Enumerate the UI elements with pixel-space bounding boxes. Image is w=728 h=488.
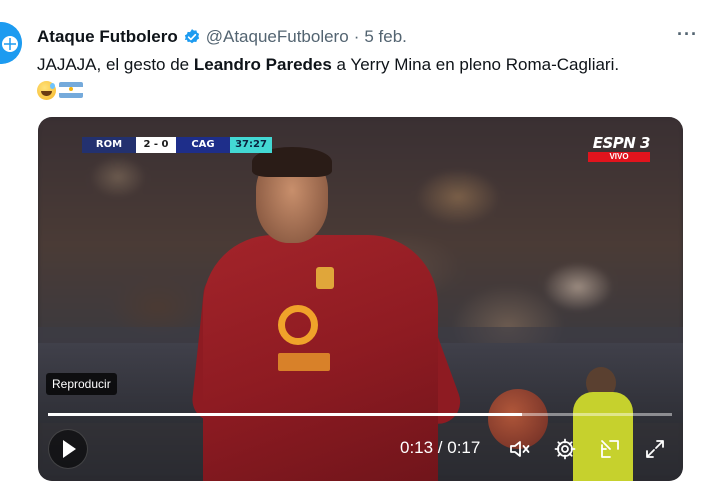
progress-bar[interactable] bbox=[48, 413, 672, 416]
video-player[interactable]: ROM 2 - 0 CAG 37:27 ESPN 3 VIVO Reproduc… bbox=[38, 117, 683, 481]
video-controls: 0:13 / 0:17 bbox=[38, 429, 683, 477]
scorebug-home-team: ROM bbox=[82, 137, 136, 153]
author-avatar[interactable] bbox=[0, 22, 22, 64]
tweet-text: JAJAJA, el gesto de Leandro Paredes a Ye… bbox=[37, 53, 707, 77]
espn-logo-text: ESPN 3 bbox=[592, 134, 651, 152]
video-timecode: 0:13 / 0:17 bbox=[400, 438, 481, 457]
tweet-date[interactable]: 5 feb. bbox=[364, 27, 407, 47]
more-options-button[interactable]: ··· bbox=[677, 24, 698, 45]
jersey-sponsor bbox=[278, 353, 330, 371]
scorebug-score: 2 - 0 bbox=[136, 137, 176, 153]
verified-badge-icon bbox=[184, 29, 199, 44]
live-label: VIVO bbox=[588, 152, 650, 162]
tweet-text-part: JAJAJA, el gesto de bbox=[37, 55, 194, 74]
tweet-text-part: a Yerry Mina en pleno Roma-Cagliari. bbox=[331, 55, 620, 74]
play-tooltip: Reproducir bbox=[46, 373, 117, 395]
avatar-logo-icon bbox=[0, 22, 22, 64]
jersey-badge bbox=[316, 267, 334, 289]
broadcaster-logo: ESPN 3 VIVO bbox=[586, 134, 651, 165]
tweet-card: Ataque Futbolero @AtaqueFutbolero · 5 fe… bbox=[0, 0, 728, 488]
volume-icon[interactable] bbox=[508, 437, 532, 461]
tweet-header: Ataque Futbolero @AtaqueFutbolero · 5 fe… bbox=[37, 26, 407, 48]
tweet-emojis bbox=[37, 79, 83, 101]
scorebug-away-team: CAG bbox=[176, 137, 230, 153]
fullscreen-icon[interactable] bbox=[643, 437, 667, 461]
laughing-emoji-icon bbox=[37, 80, 56, 100]
argentina-flag-icon bbox=[59, 82, 83, 98]
picture-in-picture-icon[interactable] bbox=[598, 437, 622, 461]
author-handle[interactable]: @AtaqueFutbolero bbox=[206, 27, 349, 47]
jersey-logo bbox=[278, 305, 318, 345]
progress-bar-fill bbox=[48, 413, 523, 416]
settings-gear-icon[interactable] bbox=[553, 437, 577, 461]
author-name[interactable]: Ataque Futbolero bbox=[37, 27, 178, 47]
play-button[interactable] bbox=[48, 429, 88, 469]
header-separator: · bbox=[353, 27, 360, 46]
tweet-text-mention: Leandro Paredes bbox=[193, 55, 332, 74]
scorebug-clock: 37:27 bbox=[230, 137, 272, 153]
scorebug: ROM 2 - 0 CAG 37:27 bbox=[82, 137, 272, 153]
